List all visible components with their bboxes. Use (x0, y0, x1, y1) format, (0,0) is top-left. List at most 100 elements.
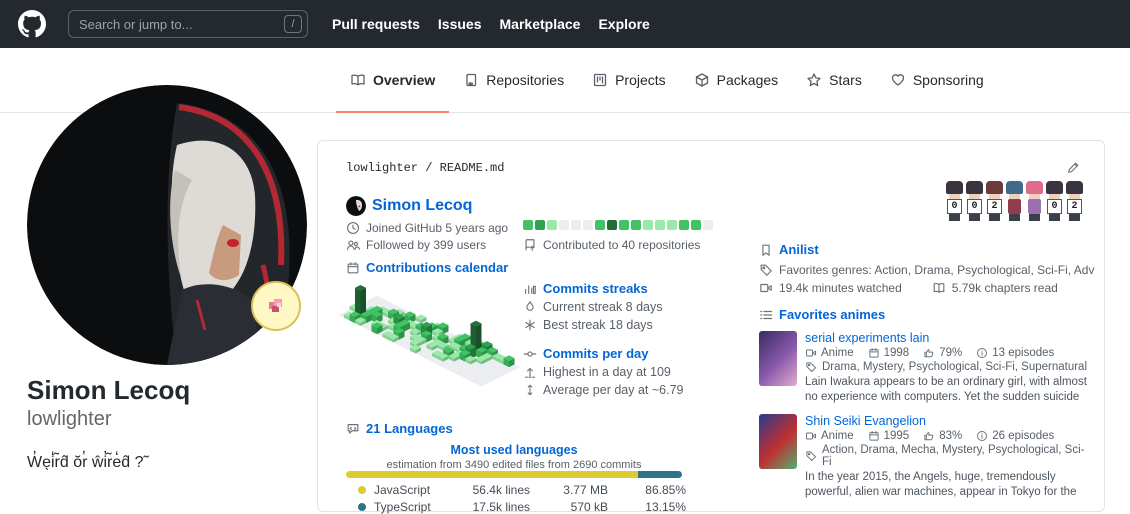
anime-genres-row: Action, Drama, Mecha, Mystery, Psycholog… (805, 444, 1091, 468)
anime-cover[interactable] (759, 331, 797, 386)
tab-sponsoring[interactable]: Sponsoring (876, 48, 998, 113)
per-day-title-row[interactable]: Commits per day (523, 346, 753, 361)
languages-section-title[interactable]: 21 Languages (346, 421, 453, 436)
streaks-title-row[interactable]: Commits streaks (523, 281, 753, 296)
best-streak-text: Best streak 18 days (543, 318, 653, 332)
repo-icon (463, 72, 479, 88)
edit-pencil-icon[interactable] (1066, 161, 1080, 175)
favorites-animes-title-row[interactable]: Favorites animes (759, 307, 1095, 322)
anime-entry-evangelion: Shin Seiki Evangelion Anime 1995 83% 26 … (759, 414, 1095, 500)
readme-card: lowlighter / README.md 00202 Simon Lecoq… (317, 140, 1105, 512)
thumbs-up-icon (923, 430, 935, 442)
pixel-sprite: 0 (945, 181, 964, 221)
best-streak-row: Best streak 18 days (523, 318, 753, 332)
current-streak-text: Current streak 8 days (543, 300, 663, 314)
navbar: / Pull requests Issues Marketplace Explo… (0, 0, 1130, 48)
anime-entry-lain: serial experiments lain Anime 1998 79% 1… (759, 331, 1095, 405)
contrib-square (667, 220, 677, 230)
pixel-sprite (1005, 181, 1024, 221)
contributions-calendar-link[interactable]: Contributions calendar (346, 260, 508, 275)
tab-label: Stars (829, 72, 862, 88)
arrow-up-icon (523, 365, 537, 379)
tab-repositories[interactable]: Repositories (449, 48, 578, 113)
highest-day-row: Highest in a day at 109 (523, 365, 753, 379)
most-used-languages[interactable]: Most used languages (336, 443, 692, 457)
book-open-icon (350, 72, 366, 88)
repo-push-icon (523, 238, 537, 252)
contributed-text: Contributed to 40 repositories (543, 238, 700, 252)
asterisk-icon (523, 318, 537, 332)
profile-tabs: Overview Repositories Projects Packages … (336, 48, 998, 113)
language-row-javascript: JavaScript 56.4k lines 3.77 MB 86.85% (346, 483, 686, 497)
minutes-watched-text: 19.4k minutes watched (779, 281, 902, 295)
bookmark-icon (759, 243, 773, 257)
readme-file[interactable]: README.md (440, 161, 505, 175)
anime-title[interactable]: serial experiments lain (805, 331, 1091, 345)
contrib-square (643, 220, 653, 230)
book-icon (932, 281, 946, 295)
language-name: TypeScript (374, 500, 452, 514)
calendar-icon (868, 347, 880, 359)
languages-title-label: 21 Languages (366, 421, 453, 436)
languages-bar-segment (346, 471, 638, 478)
project-icon (592, 72, 608, 88)
languages-estimation: estimation from 3490 edited files from 2… (336, 459, 692, 471)
anime-cover[interactable] (759, 414, 797, 469)
tag-icon (805, 450, 817, 462)
language-row-typescript: TypeScript 17.5k lines 570 kB 13.15% (346, 500, 686, 514)
readme-repo[interactable]: lowlighter (346, 161, 418, 175)
search-box: / (68, 10, 308, 38)
navbar-links: Pull requests Issues Marketplace Explore (332, 16, 650, 32)
comment-icon (346, 422, 360, 436)
minutes-watched: 19.4k minutes watched (759, 281, 902, 295)
per-day-title: Commits per day (543, 346, 648, 361)
anime-meta-row: Anime 1995 83% 26 episodes (805, 430, 1091, 442)
tab-overview[interactable]: Overview (336, 48, 449, 113)
current-streak-row: Current streak 8 days (523, 300, 753, 314)
profile-name: Simon Lecoq (27, 375, 319, 406)
javascript-dot (358, 486, 366, 494)
tag-icon (759, 263, 773, 277)
readme-user-name[interactable]: Simon Lecoq (372, 197, 472, 215)
readme-mini-avatar (346, 196, 366, 216)
anime-title[interactable]: Shin Seiki Evangelion (805, 414, 1091, 428)
contrib-square (571, 220, 581, 230)
anilist-section: Anilist Favorites genres: Action, Drama,… (759, 242, 1095, 514)
thumbs-up-icon (923, 347, 935, 359)
pixel-sprite: 2 (985, 181, 1004, 221)
breadcrumb-separator: / (418, 161, 440, 175)
language-pct: 13.15% (608, 500, 686, 514)
anilist-title-row[interactable]: Anilist (759, 242, 1095, 257)
pixel-sprite (1025, 181, 1044, 221)
iso-calendar-svg (336, 281, 524, 399)
nav-marketplace[interactable]: Marketplace (500, 16, 581, 32)
languages-bar (346, 471, 682, 478)
status-badge[interactable] (251, 281, 301, 331)
nav-issues[interactable]: Issues (438, 16, 482, 32)
anime-description: In the year 2015, the Angels, huge, trem… (805, 470, 1091, 500)
tab-label: Repositories (486, 72, 564, 88)
github-logo-icon[interactable] (16, 8, 48, 40)
favorites-animes-title: Favorites animes (779, 307, 885, 322)
profile-username: lowlighter (27, 406, 319, 432)
chapters-read: 5.79k chapters read (932, 281, 1058, 295)
iso-contributions-calendar (336, 281, 524, 404)
readme-user-row: Simon Lecoq (346, 196, 472, 216)
followed-text: Followed by 399 users (366, 238, 486, 252)
tab-projects[interactable]: Projects (578, 48, 680, 113)
nav-explore[interactable]: Explore (598, 16, 649, 32)
search-input[interactable] (68, 10, 308, 38)
language-lines: 17.5k lines (452, 500, 530, 514)
pixel-sprite: 2 (1065, 181, 1084, 221)
tab-packages[interactable]: Packages (680, 48, 792, 113)
anime-description: Lain Iwakura appears to be an ordinary g… (805, 375, 1091, 405)
anime-genres-row: Drama, Mystery, Psychological, Sci-Fi, S… (805, 361, 1091, 373)
streaks-title: Commits streaks (543, 281, 648, 296)
contrib-square (679, 220, 689, 230)
nav-pull-requests[interactable]: Pull requests (332, 16, 420, 32)
tab-stars[interactable]: Stars (792, 48, 876, 113)
flame-icon (523, 300, 537, 314)
language-name: JavaScript (374, 483, 452, 497)
language-lines: 56.4k lines (452, 483, 530, 497)
contrib-square (535, 220, 545, 230)
